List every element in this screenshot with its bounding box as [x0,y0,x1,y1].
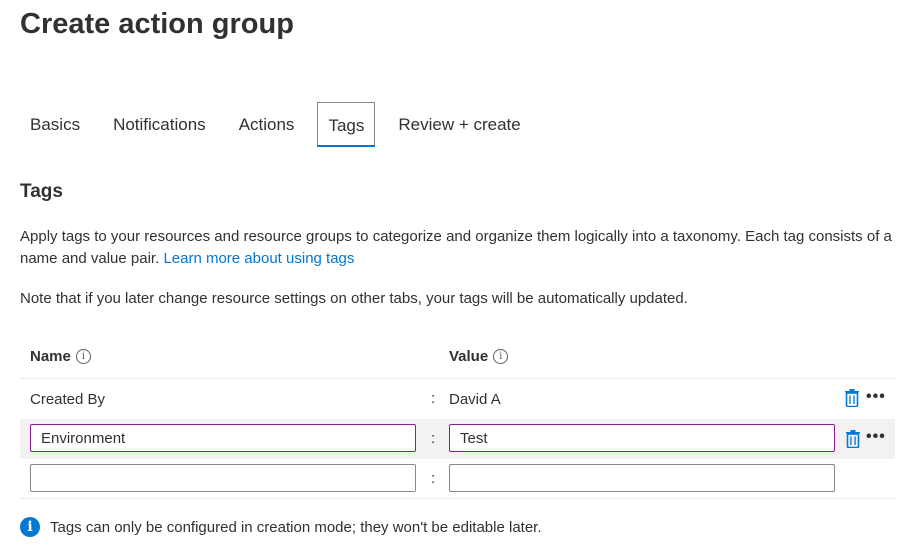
section-title: Tags [20,181,63,202]
table-row: Created By : David A ••• [20,379,895,419]
value-header-label: Value [449,348,489,365]
tab-notifications[interactable]: Notifications [103,102,216,146]
learn-more-link[interactable]: Learn more about using tags [163,250,354,267]
tab-tags[interactable]: Tags [317,102,376,147]
name-header-label: Name [30,348,71,365]
name-column-header: Name i [30,348,91,365]
tab-strip: Basics Notifications Actions Tags Review… [20,102,544,148]
section-description: Apply tags to your resources and resourc… [20,226,900,270]
section-note: Note that if you later change resource s… [20,290,688,307]
tag-value-input[interactable] [449,464,835,492]
tag-name-input[interactable] [30,464,416,492]
more-icon[interactable]: ••• [866,388,886,406]
tab-actions[interactable]: Actions [229,102,305,146]
info-icon[interactable]: i [493,349,509,364]
more-icon[interactable]: ••• [866,428,886,446]
info-icon[interactable]: i [75,349,91,364]
tag-value-text: David A [449,391,501,408]
value-column-header: Value i [449,348,509,365]
table-row: : [20,459,895,499]
separator: : [431,390,436,407]
info-icon: i [20,517,40,537]
trash-icon[interactable] [846,430,860,448]
description-text: Apply tags to your resources and resourc… [20,228,892,267]
divider [20,498,895,499]
tag-name-text: Created By [30,391,106,408]
info-message-text: Tags can only be configured in creation … [50,518,542,536]
tag-name-input[interactable] [30,424,416,452]
tab-review-create[interactable]: Review + create [388,102,530,146]
tag-value-input[interactable] [449,424,835,452]
info-message: i Tags can only be configured in creatio… [20,517,542,537]
tab-basics[interactable]: Basics [20,102,90,146]
separator: : [431,470,436,487]
page-title: Create action group [20,8,294,40]
separator: : [431,430,436,447]
trash-icon[interactable] [845,389,859,407]
table-row: : ••• [20,419,895,459]
